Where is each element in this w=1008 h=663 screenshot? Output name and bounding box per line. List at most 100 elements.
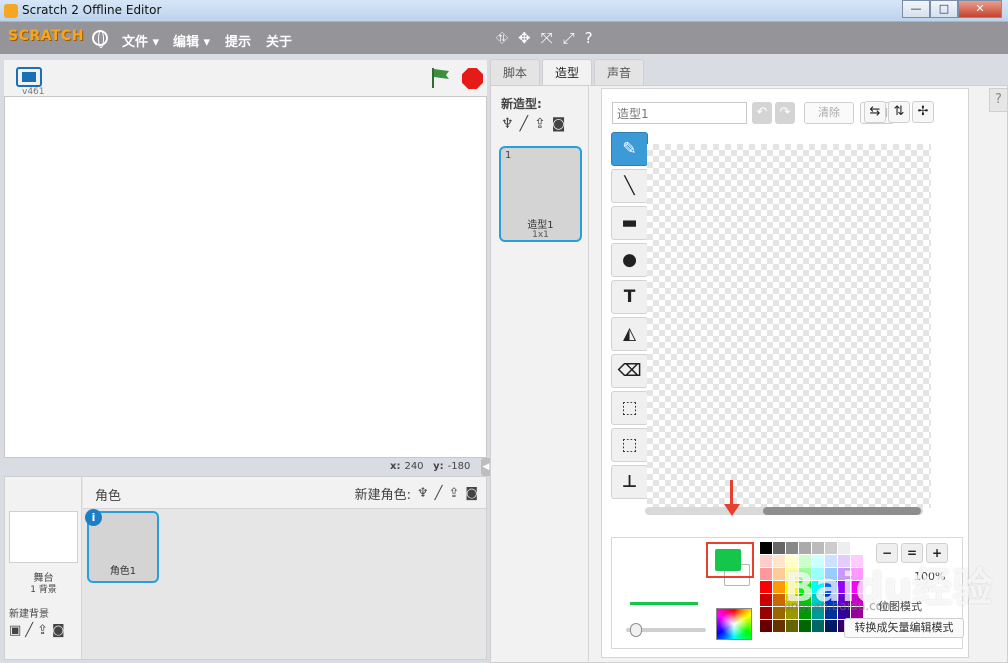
palette-swatch[interactable]: [838, 542, 850, 554]
y-label: y:: [433, 461, 444, 472]
fullscreen-icon[interactable]: [16, 67, 42, 87]
stage-thumbnail[interactable]: [9, 511, 78, 563]
brush-size-slider[interactable]: [626, 623, 706, 637]
menu-file[interactable]: 文件 ▾: [122, 31, 159, 50]
minimize-button[interactable]: —: [902, 0, 930, 18]
maximize-button[interactable]: □: [930, 0, 958, 18]
flip-vertical-icon[interactable]: ⇅: [888, 101, 910, 123]
select-remove-bg-tool-icon[interactable]: ⬚: [611, 428, 648, 462]
canvas-transform-tools: ⇆ ⇅ ✢: [864, 101, 934, 123]
costume-name-label: 造型1: [527, 220, 554, 231]
image-library-icon[interactable]: ▣: [9, 623, 21, 638]
select-tool-icon[interactable]: ⬚: [611, 391, 648, 425]
sprite-tile[interactable]: i 角色1: [85, 509, 159, 583]
cursor-tools: ⛗ ✥ ⤧ ⤢ ?: [496, 29, 593, 47]
sprites-title: 角色: [95, 489, 122, 504]
scratch-cat-icon: [4, 4, 18, 18]
sprite-panel: 舞台 1 背景 新建背景 ▣ ╱ ⇪ ◙ 角色 新建角色: ♆ ╱ ⇪ ◙ i …: [4, 476, 487, 660]
rectangle-tool-icon[interactable]: ▬: [611, 206, 648, 240]
menu-tips[interactable]: 提示: [225, 31, 251, 50]
menu-edit[interactable]: 编辑 ▾: [173, 31, 210, 50]
convert-to-vector-button[interactable]: 转换成矢量编辑模式: [844, 618, 964, 638]
palette-swatch[interactable]: [760, 555, 772, 567]
stage-column: 舞台 1 背景 新建背景 ▣ ╱ ⇪ ◙: [5, 477, 82, 659]
costume-number: 1: [505, 150, 512, 161]
paint-brush-icon[interactable]: ╱: [25, 623, 33, 638]
line-tool-icon[interactable]: ╲: [611, 169, 648, 203]
upload-sprite-icon[interactable]: ⇪: [448, 486, 459, 501]
costume-name-input[interactable]: [612, 102, 747, 124]
info-icon[interactable]: i: [85, 509, 102, 526]
language-globe-icon[interactable]: [92, 30, 108, 48]
palette-swatch[interactable]: [825, 542, 837, 554]
costume-size: 1x1: [532, 230, 549, 240]
grow-icon[interactable]: ⤧: [541, 29, 553, 47]
scrollbar-thumb[interactable]: [763, 507, 921, 515]
paint-costume-icon[interactable]: ╱: [520, 116, 528, 132]
sprite-library-icon[interactable]: ♆: [417, 486, 429, 501]
shrink-icon[interactable]: ⤢: [563, 29, 575, 47]
palette-swatch[interactable]: [760, 594, 772, 606]
redo-button[interactable]: ↷: [775, 102, 795, 124]
palette-swatch[interactable]: [760, 607, 772, 619]
new-costume-label: 新造型:: [501, 97, 542, 111]
primary-color-highlight[interactable]: [706, 542, 754, 578]
primary-color-swatch[interactable]: [715, 549, 741, 571]
undo-button[interactable]: ↶: [752, 102, 772, 124]
ellipse-tool-icon[interactable]: ●: [611, 243, 648, 277]
brush-tool-icon[interactable]: ✎: [611, 132, 648, 166]
eraser-tool-icon[interactable]: ⌫: [611, 354, 648, 388]
clear-button[interactable]: 清除: [804, 102, 854, 124]
palette-swatch[interactable]: [760, 581, 772, 593]
palette-swatch[interactable]: [786, 620, 798, 632]
scratch-logo[interactable]: SCRATCH: [8, 28, 84, 44]
canvas-scrollbar[interactable]: [645, 507, 923, 515]
fill-tool-icon[interactable]: ◭: [611, 317, 648, 351]
upload-icon[interactable]: ⇪: [37, 623, 48, 638]
help-tab-icon[interactable]: ?: [989, 88, 1008, 112]
menu-bar: SCRATCH 文件 ▾ 编辑 ▾ 提示 关于 ⛗ ✥ ⤧ ⤢ ?: [0, 22, 1008, 54]
costume-tile[interactable]: 1 造型1 1x1: [499, 146, 582, 242]
delete-scissors-icon[interactable]: ✥: [518, 29, 531, 47]
palette-swatch[interactable]: [851, 542, 863, 554]
tab-costumes[interactable]: 造型: [542, 59, 593, 86]
palette-swatch[interactable]: [786, 542, 798, 554]
window-title: Scratch 2 Offline Editor: [22, 3, 162, 17]
undo-redo-group: ↶ ↷: [752, 102, 795, 124]
color-picker-gradient[interactable]: [716, 608, 752, 640]
green-flag-icon[interactable]: [430, 68, 450, 88]
palette-swatch[interactable]: [799, 542, 811, 554]
sprite-header: 角色 新建角色: ♆ ╱ ⇪ ◙: [83, 477, 486, 509]
palette-swatch[interactable]: [760, 542, 772, 554]
x-value: 240: [404, 461, 424, 472]
costume-library-icon[interactable]: ♆: [501, 116, 514, 132]
palette-swatch[interactable]: [812, 620, 824, 632]
duplicate-stamp-icon[interactable]: ⛗: [496, 29, 508, 47]
tab-sounds[interactable]: 声音: [594, 59, 645, 85]
paint-sprite-icon[interactable]: ╱: [435, 486, 443, 501]
palette-swatch[interactable]: [812, 542, 824, 554]
watermark-sub: jingyan.baidu.com: [784, 599, 895, 613]
set-center-icon[interactable]: ✢: [912, 101, 934, 123]
slider-knob[interactable]: [630, 623, 642, 637]
palette-swatch[interactable]: [773, 620, 785, 632]
close-button[interactable]: ✕: [958, 0, 1002, 18]
camera-costume-icon[interactable]: ◙: [552, 116, 566, 132]
camera-icon[interactable]: ◙: [52, 623, 65, 638]
text-tool-icon[interactable]: T: [611, 280, 648, 314]
flip-horizontal-icon[interactable]: ⇆: [864, 101, 886, 123]
stamp-tool-icon[interactable]: ⊥: [611, 465, 648, 499]
menu-about[interactable]: 关于: [266, 31, 292, 50]
stop-icon[interactable]: [462, 68, 483, 89]
palette-swatch[interactable]: [760, 568, 772, 580]
palette-swatch[interactable]: [760, 620, 772, 632]
stage-canvas[interactable]: [4, 96, 487, 458]
block-help-icon[interactable]: ?: [585, 29, 593, 47]
tab-scripts[interactable]: 脚本: [490, 59, 541, 85]
palette-swatch[interactable]: [825, 620, 837, 632]
palette-swatch[interactable]: [799, 620, 811, 632]
palette-swatch[interactable]: [773, 542, 785, 554]
upload-costume-icon[interactable]: ⇪: [534, 116, 546, 132]
paint-canvas[interactable]: [647, 144, 931, 508]
camera-sprite-icon[interactable]: ◙: [465, 486, 478, 501]
